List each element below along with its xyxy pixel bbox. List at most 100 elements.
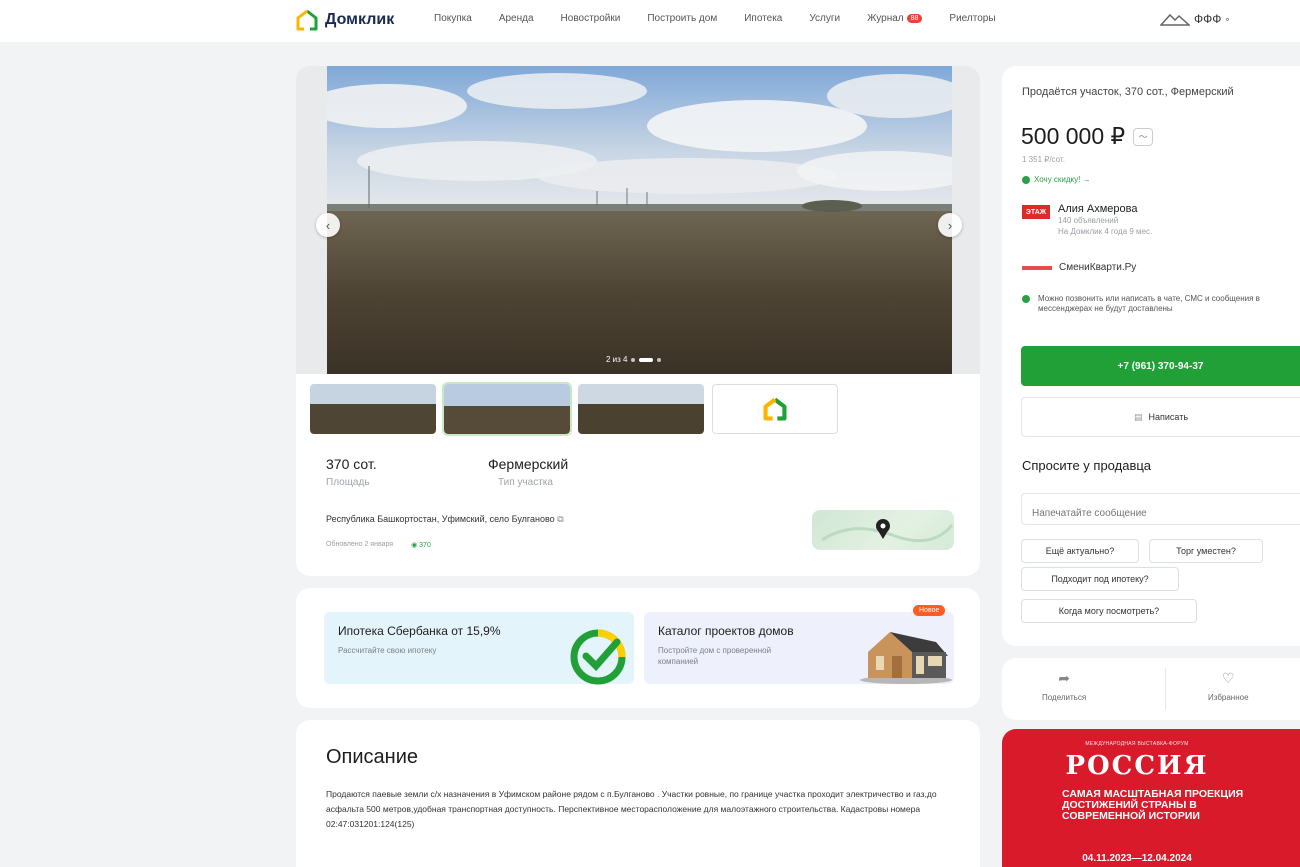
chat-icon: ▤ (1133, 411, 1143, 422)
gallery-dot[interactable] (657, 357, 662, 362)
mortgage-promo-subtitle: Рассчитайте свою ипотеку (338, 646, 437, 655)
write-button[interactable]: ▤ Написать (1021, 397, 1300, 437)
description-title: Описание (326, 746, 419, 768)
map-pin-icon (821, 519, 954, 543)
thumbnail-1[interactable] (310, 384, 436, 434)
house-icon (860, 632, 952, 684)
banner-dates: 04.11.2023—12.04.2024 (1082, 853, 1192, 864)
profile-icon: ◦ (1225, 12, 1230, 26)
nav-build-house[interactable]: Построить дом (647, 13, 717, 24)
price-per-unit: 1 351 ₽/сот. (1022, 155, 1065, 164)
param-area: 370 сот. Площадь (326, 456, 377, 488)
header-user-text: ФФФ (1194, 12, 1222, 26)
catalog-promo-title: Каталог проектов домов (658, 624, 794, 638)
thumbnail-3-image (578, 384, 704, 434)
price-row: 500 000 ₽ 〜 (1021, 123, 1154, 150)
banner-text: САМАЯ МАСШТАБНАЯ ПРОЕКЦИЯ ДОСТИЖЕНИЙ СТР… (1062, 788, 1244, 822)
thumbnail-3[interactable] (578, 384, 704, 434)
seller-panel: Продаётся участок, 370 сот., Фермерский … (1002, 66, 1300, 646)
views-count-value: 370 (419, 542, 431, 549)
contact-notice-text: Можно позвонить или написать в чате, СМС… (1038, 294, 1260, 313)
share-button[interactable]: ➦ Поделиться (1042, 670, 1086, 702)
nav-journal-label: Журнал (867, 13, 904, 24)
favorite-label: Избранное (1208, 693, 1249, 702)
favorite-button[interactable]: ♡ Избранное (1208, 670, 1249, 702)
top-header: Домклик Покупка Аренда Новостройки Постр… (0, 0, 1300, 42)
thumbnail-1-image (310, 384, 436, 434)
gallery-dot[interactable] (631, 357, 636, 362)
header-user-area[interactable]: ФФФ ◦ (1160, 12, 1230, 26)
main-nav: Покупка Аренда Новостройки Построить дом… (434, 13, 1023, 24)
ask-seller-title: Спросите у продавца (1022, 458, 1152, 473)
domclick-logo[interactable]: Домклик (296, 9, 394, 31)
updated-date: Обновлено 2 января (326, 541, 394, 548)
price-history-icon[interactable]: 〜 (1133, 127, 1154, 146)
discount-link[interactable]: Хочу скидку! → (1022, 175, 1091, 184)
agent-ads-count: 140 объявлений (1058, 216, 1119, 225)
contact-notice: Можно позвонить или написать в чате, СМС… (1022, 294, 1284, 314)
agency-name: СмениКварти.Ру (1059, 262, 1137, 273)
agent-info[interactable]: ЭТАЖ Алия Ахмерова 140 объявлений На Дом… (1022, 203, 1152, 237)
agency-info[interactable]: СмениКварти.Ру (1022, 262, 1136, 273)
listing-info-card: 370 сот. Площадь Фермерский Тип участка … (296, 374, 980, 576)
gallery-counter-text: 2 из 4 (606, 355, 628, 364)
nav-journal[interactable]: Журнал 88 (867, 13, 923, 24)
nav-buy[interactable]: Покупка (434, 13, 472, 24)
quick-reply-mortgage[interactable]: Подходит под ипотеку? (1021, 567, 1179, 591)
banner-top-text: МЕЖДУНАРОДНАЯ ВЫСТАВКА-ФОРУМ (1085, 741, 1189, 747)
journal-badge: 88 (906, 14, 923, 23)
address: Республика Башкортостан, Уфимский, село … (326, 514, 564, 525)
listing-title: Продаётся участок, 370 сот., Фермерский (1022, 86, 1234, 98)
catalog-promo[interactable]: Каталог проектов домов Постройте дом с п… (644, 612, 954, 684)
banner-title: РОССИЯ (1065, 751, 1209, 781)
actions-divider (1165, 668, 1166, 710)
actions-card: ➦ Поделиться ♡ Избранное (1002, 658, 1300, 720)
nav-rent[interactable]: Аренда (499, 13, 534, 24)
share-label: Поделиться (1042, 693, 1087, 702)
domclick-logo-icon (296, 9, 318, 31)
photo-gallery: ‹ › 2 из 4 (296, 66, 980, 374)
mortgage-promo[interactable]: Ипотека Сбербанка от 15,9% Рассчитайте с… (324, 612, 634, 685)
mountain-logo-icon (1160, 13, 1190, 26)
price-value: 500 000 ₽ (1021, 123, 1126, 149)
nav-realtors[interactable]: Риелторы (949, 13, 995, 24)
nav-new-buildings[interactable]: Новостройки (561, 13, 621, 24)
heart-icon: ♡ (1221, 670, 1235, 686)
area-label: Площадь (326, 477, 370, 488)
gallery-prev-button[interactable]: ‹ (316, 213, 340, 237)
nav-mortgage[interactable]: Ипотека (744, 13, 782, 24)
write-button-label: Написать (1148, 412, 1189, 422)
gallery-counter: 2 из 4 (606, 355, 662, 364)
quick-reply-still-actual[interactable]: Ещё актуально? (1021, 539, 1139, 563)
main-photo[interactable] (327, 66, 952, 374)
shield-icon (1022, 295, 1030, 303)
listing-meta: Обновлено 2 января ◉ 370 (326, 541, 431, 549)
promo-block: Ипотека Сбербанка от 15,9% Рассчитайте с… (296, 588, 980, 708)
thumbnail-2-image (444, 384, 570, 434)
nav-services[interactable]: Услуги (809, 13, 840, 24)
agent-name: Алия Ахмерова (1058, 203, 1138, 215)
thumbnail-logo[interactable] (712, 384, 838, 434)
thumbnail-2[interactable] (442, 382, 572, 436)
description-text: Продаются паевые земли с/х назначения в … (326, 789, 937, 829)
share-icon: ➦ (1058, 670, 1070, 686)
gallery-dot-active[interactable] (639, 357, 654, 362)
gallery-next-button[interactable]: › (938, 213, 962, 237)
discount-icon (1022, 175, 1030, 184)
russia-expo-banner[interactable]: МЕЖДУНАРОДНАЯ ВЫСТАВКА-ФОРУМ РОССИЯ САМА… (1002, 729, 1300, 867)
discount-text: Хочу скидку! → (1034, 175, 1091, 184)
call-button[interactable]: +7 (961) 370-94-37 (1021, 346, 1300, 386)
map-preview[interactable] (812, 510, 954, 550)
quick-reply-bargain[interactable]: Торг уместен? (1149, 539, 1263, 563)
thumbnail-strip (310, 382, 838, 436)
new-badge: Новое (913, 605, 946, 616)
copy-icon[interactable]: ⧉ (557, 514, 563, 524)
quick-reply-viewing[interactable]: Когда могу посмотреть? (1021, 599, 1197, 623)
agent-since: На Домклик 4 года 9 мес. (1058, 227, 1153, 236)
area-value: 370 сот. (326, 456, 377, 472)
eye-icon: ◉ (411, 542, 420, 549)
description-card: Описание Продаются паевые земли с/х назн… (296, 720, 980, 867)
message-input[interactable] (1021, 493, 1300, 525)
type-value: Фермерский (488, 456, 569, 472)
views-count: ◉ 370 (411, 541, 431, 549)
